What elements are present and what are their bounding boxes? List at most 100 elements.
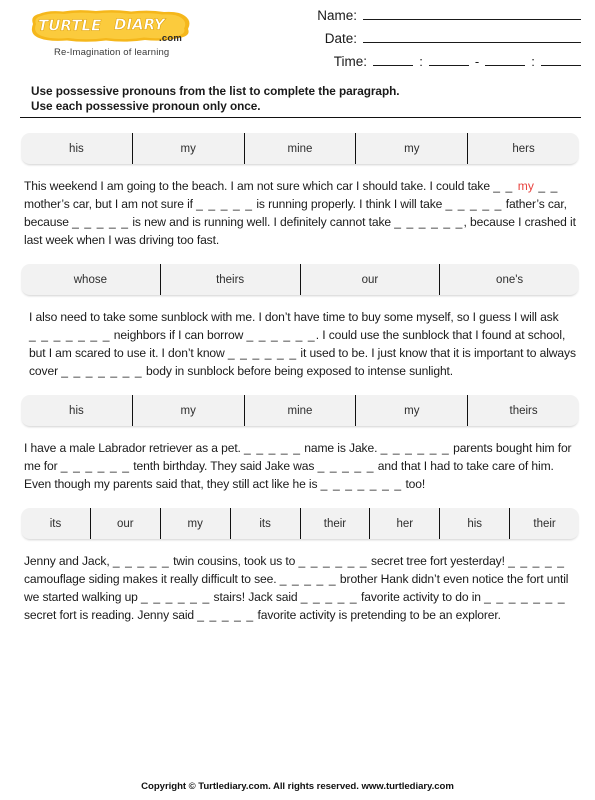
answer-blank[interactable]: _ _ _ _ _ xyxy=(197,608,254,622)
word-bank-item[interactable]: mine xyxy=(245,133,357,164)
answer-blank[interactable]: _ _ _ _ _ _ _ xyxy=(61,364,143,378)
word-bank-item[interactable]: theirs xyxy=(161,264,301,295)
paragraph-text: Jenny and Jack, xyxy=(24,554,113,568)
paragraph-text: twin cousins, took us to xyxy=(169,554,299,568)
word-bank-item[interactable]: one's xyxy=(440,264,579,295)
time-field-row: Time: : - : xyxy=(291,54,581,77)
word-bank-item[interactable]: mine xyxy=(245,395,357,426)
paragraph-text: This weekend I am going to the beach. I … xyxy=(24,179,494,193)
paragraph-text: is new and is running well. I definitely… xyxy=(129,215,395,229)
word-bank-item[interactable]: their xyxy=(510,508,579,539)
word-bank-item[interactable]: their xyxy=(301,508,371,539)
name-field-row: Name: xyxy=(291,8,581,31)
paragraph-text: is running properly. I think I will take xyxy=(253,197,446,211)
answer-blank[interactable]: _ _ _ _ _ xyxy=(445,197,502,211)
svg-text:DIARY: DIARY xyxy=(114,16,167,34)
word-bank-item[interactable]: its xyxy=(231,508,301,539)
answer-blank[interactable]: _ _ _ _ _ _ xyxy=(394,215,463,229)
page-header: TURTLE DIARY .com Re-Imagination of lear… xyxy=(0,0,595,78)
time-separator-3: : xyxy=(531,54,535,69)
date-field-label: Date: xyxy=(324,31,357,46)
brand-logo: TURTLE DIARY .com Re-Imagination of lear… xyxy=(26,9,226,58)
word-bank-item[interactable]: my xyxy=(133,395,245,426)
paragraph-text: I have a male Labrador retriever as a pe… xyxy=(24,441,245,455)
word-bank-item[interactable]: whose xyxy=(21,264,161,295)
paragraph-text: favorite activity is pretending to be an… xyxy=(254,608,501,622)
time-start-minute-input[interactable] xyxy=(429,54,469,66)
word-bank-item[interactable]: my xyxy=(161,508,231,539)
worksheet-page: TURTLE DIARY .com Re-Imagination of lear… xyxy=(0,0,595,800)
answer-blank[interactable]: _ _ _ _ _ _ xyxy=(298,554,367,568)
instructions-line-2: Use each possessive pronoun only once. xyxy=(31,98,261,113)
answer-blank[interactable]: _ _ _ _ _ xyxy=(508,554,565,568)
paragraph-text: neighbors if I can borrow xyxy=(110,328,247,342)
word-bank: whose theirs our one's xyxy=(21,264,579,295)
exercise-paragraph: Jenny and Jack, _ _ _ _ _ twin cousins, … xyxy=(24,552,583,624)
time-field-label: Time: xyxy=(333,54,367,69)
paragraph-text: mother’s car, but I am not sure if xyxy=(24,197,197,211)
footer-copyright: Copyright © Turtlediary.com. All rights … xyxy=(141,781,454,792)
answer-blank[interactable]: _ _ _ _ _ xyxy=(318,459,375,473)
answer-blank[interactable]: _ _ _ _ _ _ xyxy=(381,441,450,455)
word-bank-item[interactable]: his xyxy=(21,395,133,426)
paragraph-text: name is Jake. xyxy=(301,441,381,455)
logo-mark: TURTLE DIARY .com xyxy=(26,9,198,45)
time-start-hour-input[interactable] xyxy=(373,54,413,66)
time-separator-2: - xyxy=(474,54,480,69)
word-bank-item[interactable]: theirs xyxy=(468,395,579,426)
time-separator-1: : xyxy=(419,54,423,69)
word-bank-item[interactable]: his xyxy=(440,508,511,539)
answer-blank[interactable]: _ _ _ _ _ xyxy=(244,441,301,455)
paragraph-text: body in sunblock before being exposed to… xyxy=(142,364,454,378)
date-field-input[interactable] xyxy=(363,31,581,43)
paragraph-text: favorite activity to do in xyxy=(357,590,485,604)
answer-blank[interactable]: _ _ xyxy=(534,179,559,193)
exercise-paragraph: This weekend I am going to the beach. I … xyxy=(24,177,583,249)
instructions-line-1: Use possessive pronouns from the list to… xyxy=(31,84,400,98)
answer-blank[interactable]: _ _ xyxy=(493,179,518,193)
date-field-row: Date: xyxy=(291,31,581,54)
answer-blank[interactable]: _ _ _ _ _ _ xyxy=(246,328,315,342)
paragraph-text: too! xyxy=(402,477,426,491)
time-end-hour-input[interactable] xyxy=(485,54,525,66)
answer-blank[interactable]: _ _ _ _ _ xyxy=(301,590,358,604)
name-field-input[interactable] xyxy=(363,8,581,20)
brand-tagline: Re-Imagination of learning xyxy=(54,47,170,58)
exercise-paragraph: I also need to take some sunblock with m… xyxy=(29,308,583,380)
word-bank-item[interactable]: his xyxy=(21,133,133,164)
word-bank-item[interactable]: its xyxy=(21,508,91,539)
paragraph-text: secret tree fort yesterday! xyxy=(367,554,509,568)
word-bank: his my mine my hers xyxy=(21,133,579,164)
answer-blank[interactable]: _ _ _ _ _ xyxy=(72,215,129,229)
paragraph-text: camouflage siding makes it really diffic… xyxy=(24,572,280,586)
word-bank: its our my its their her his their xyxy=(21,508,579,539)
paragraph-text: tenth birthday. They said Jake was xyxy=(130,459,318,473)
word-bank-item[interactable]: my xyxy=(356,133,469,164)
word-bank-item[interactable]: my xyxy=(133,133,245,164)
answer-blank[interactable]: _ _ _ _ _ xyxy=(113,554,170,568)
word-bank-item[interactable]: her xyxy=(370,508,441,539)
filled-answer[interactable]: my xyxy=(518,179,534,193)
header-divider xyxy=(20,117,581,118)
answer-blank[interactable]: _ _ _ _ _ _ _ xyxy=(484,590,566,604)
word-bank-item[interactable]: our xyxy=(301,264,441,295)
word-bank-item[interactable]: my xyxy=(356,395,469,426)
time-end-minute-input[interactable] xyxy=(541,54,581,66)
word-bank-item[interactable]: our xyxy=(91,508,161,539)
worksheet-sections: his my mine my hers This weekend I am going t… xyxy=(0,133,595,624)
answer-blank[interactable]: _ _ _ _ _ _ xyxy=(61,459,130,473)
word-bank-item[interactable]: hers xyxy=(468,133,579,164)
answer-blank[interactable]: _ _ _ _ _ _ _ xyxy=(29,328,111,342)
exercise-paragraph: I have a male Labrador retriever as a pe… xyxy=(24,439,583,493)
paragraph-text: secret fort is reading. Jenny said xyxy=(24,608,198,622)
paragraph-text: I also need to take some sunblock with m… xyxy=(29,310,559,324)
instructions: Use possessive pronouns from the list to… xyxy=(31,84,579,113)
answer-blank[interactable]: _ _ _ _ _ xyxy=(196,197,253,211)
word-bank: his my mine my theirs xyxy=(21,395,579,426)
paragraph-text: stairs! Jack said xyxy=(210,590,301,604)
answer-blank[interactable]: _ _ _ _ _ xyxy=(280,572,337,586)
answer-blank[interactable]: _ _ _ _ _ _ _ xyxy=(321,477,403,491)
student-info-fields: Name: Date: Time: : - : xyxy=(291,8,581,77)
answer-blank[interactable]: _ _ _ _ _ _ xyxy=(141,590,210,604)
answer-blank[interactable]: _ _ _ _ _ _ xyxy=(228,346,297,360)
